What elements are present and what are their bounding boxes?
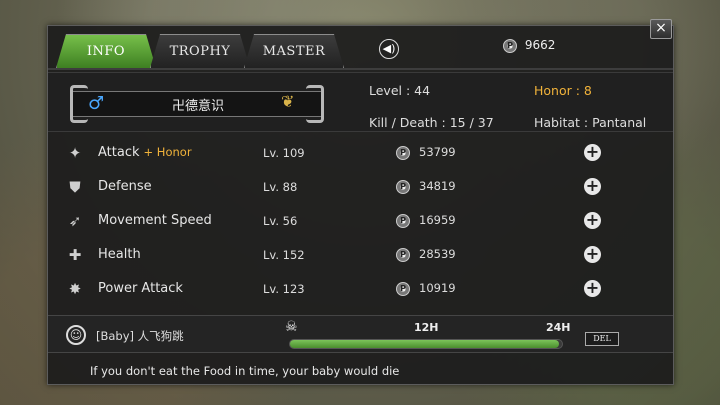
tab-master[interactable]: MASTER xyxy=(244,34,344,68)
cost-value: 28539 xyxy=(419,247,456,261)
stat-name: Attack + Honor xyxy=(98,145,192,160)
currency-display: P 9662 xyxy=(503,38,555,53)
coin-icon: P xyxy=(396,247,410,262)
coin-icon: P xyxy=(396,145,410,160)
currency-amount: 9662 xyxy=(524,38,556,52)
kill-death-stat: Kill / Death : 15 / 37 xyxy=(369,115,494,130)
upgrade-health-button[interactable]: + xyxy=(584,246,601,263)
player-name: 卍德意识 xyxy=(171,99,224,114)
stat-level: Lv. 88 xyxy=(263,180,298,194)
claw-icon: ✦ xyxy=(68,144,82,162)
upgrade-row-defense: ⛊ Defense Lv. 88 P 34819 + xyxy=(48,170,673,204)
coin-icon: P xyxy=(396,179,410,194)
warning-message: If you don't eat the Food in time, your … xyxy=(90,364,400,378)
timer-mid-label: 12H xyxy=(414,321,439,334)
upgrade-defense-button[interactable]: + xyxy=(584,178,601,195)
coin-icon: P xyxy=(396,213,410,228)
upgrade-row-power-attack: ✸ Power Attack Lv. 123 P 10919 + xyxy=(48,272,673,306)
tab-bar: INFO TROPHY MASTER xyxy=(56,34,476,68)
baby-status-bar: ☺ [Baby] 人飞狗跳 ☠ 12H 24H DEL xyxy=(48,315,673,353)
stat-name: Health xyxy=(98,247,141,262)
cost-value: 53799 xyxy=(419,145,456,159)
cost-value: 16959 xyxy=(419,213,456,227)
profile-section: ♂ 卍德意识 ❦ Level : 44 Kill / Death : 15 / … xyxy=(48,72,673,132)
stat-cost: P 34819 xyxy=(396,179,456,194)
player-info-panel: INFO TROPHY MASTER ◀) P 9662 ♂ 卍德意识 ❦ Le… xyxy=(47,25,674,385)
stat-label: Attack xyxy=(98,145,140,160)
stat-cost: P 28539 xyxy=(396,247,456,262)
wing-icon: ➶ xyxy=(68,212,82,230)
timer-end-label: 24H xyxy=(546,321,571,334)
baby-icon: ☺ xyxy=(66,325,86,345)
close-button[interactable]: × xyxy=(650,19,672,39)
coin-icon: P xyxy=(503,38,517,53)
cost-value: 34819 xyxy=(419,179,456,193)
upgrade-row-health: ✚ Health Lv. 152 P 28539 + xyxy=(48,238,673,272)
stat-level: Lv. 109 xyxy=(263,146,305,160)
tab-divider xyxy=(48,68,673,70)
skull-crossbones-icon: ☠ xyxy=(285,319,298,335)
stat-cost: P 53799 xyxy=(396,145,456,160)
cross-icon: ✚ xyxy=(68,246,82,264)
upgrade-row-movement-speed: ➶ Movement Speed Lv. 56 P 16959 + xyxy=(48,204,673,238)
upgrade-row-attack: ✦ Attack + Honor Lv. 109 P 53799 + xyxy=(48,136,673,170)
stat-cost: P 16959 xyxy=(396,213,456,228)
coin-icon: P xyxy=(396,281,410,296)
upgrade-power-attack-button[interactable]: + xyxy=(584,280,601,297)
honor-stat: Honor : 8 xyxy=(534,83,592,98)
cost-value: 10919 xyxy=(419,281,456,295)
tab-info[interactable]: INFO xyxy=(56,34,156,68)
stat-level: Lv. 123 xyxy=(263,282,305,296)
level-stat: Level : 44 xyxy=(369,83,431,98)
upgrade-movement-speed-button[interactable]: + xyxy=(584,212,601,229)
baby-name: [Baby] 人飞狗跳 xyxy=(96,329,184,343)
stat-name: Power Attack xyxy=(98,281,183,296)
upgrade-attack-button[interactable]: + xyxy=(584,144,601,161)
speaker-icon[interactable]: ◀) xyxy=(379,39,399,59)
shield-icon: ⛊ xyxy=(69,178,81,196)
rank-wings-icon: ❦ xyxy=(281,92,295,111)
stat-name: Movement Speed xyxy=(98,213,212,228)
honor-bonus: + Honor xyxy=(143,145,192,159)
hunger-progress-bar xyxy=(289,339,563,349)
stat-level: Lv. 56 xyxy=(263,214,298,228)
stat-cost: P 10919 xyxy=(396,281,456,296)
burst-icon: ✸ xyxy=(68,280,82,298)
delete-baby-button[interactable]: DEL xyxy=(585,332,619,346)
tab-trophy[interactable]: TROPHY xyxy=(150,34,250,68)
hunger-progress-fill xyxy=(290,340,560,348)
stat-name: Defense xyxy=(98,179,152,194)
habitat-stat: Habitat : Pantanal xyxy=(534,115,647,130)
stat-level: Lv. 152 xyxy=(263,248,305,262)
